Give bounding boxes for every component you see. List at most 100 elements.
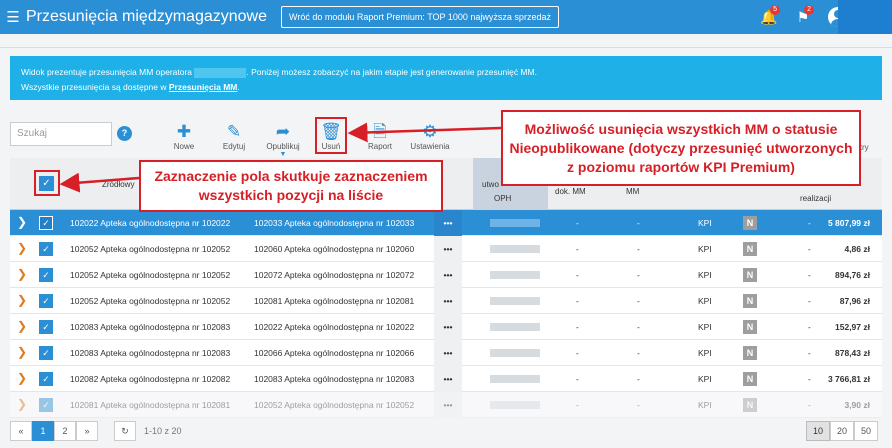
row-checkbox[interactable]: ✓ bbox=[39, 268, 53, 282]
expand-chevron-icon[interactable]: ❯ bbox=[17, 215, 27, 229]
edit-button[interactable]: ✎ Edytuj bbox=[214, 122, 254, 151]
table-row[interactable]: ❯ ✓ 102022 Apteka ogólnodostępna nr 102022… bbox=[10, 210, 882, 236]
page-size-50[interactable]: 50 bbox=[854, 421, 878, 441]
row-actions-button[interactable]: ••• bbox=[434, 288, 462, 314]
redacted-cell bbox=[490, 323, 540, 331]
share-icon: ➦ bbox=[275, 122, 291, 141]
value-cell: 152,97 zł bbox=[835, 322, 870, 332]
status-badge: N bbox=[743, 320, 757, 334]
page-size-selector: 10 20 50 bbox=[806, 421, 878, 441]
col-utwo[interactable]: utwo bbox=[482, 180, 499, 189]
menu-icon[interactable]: ☰ bbox=[2, 8, 24, 26]
table-row[interactable]: ❯ ✓ 102052 Apteka ogólnodostępna nr 102052… bbox=[10, 236, 882, 262]
expand-chevron-icon[interactable]: ❯ bbox=[17, 293, 27, 307]
value-cell: 3 766,81 zł bbox=[827, 374, 870, 384]
new-button[interactable]: ✚ Nowe bbox=[164, 122, 204, 151]
delete-highlight bbox=[315, 117, 347, 154]
row-checkbox[interactable]: ✓ bbox=[39, 216, 53, 230]
expand-chevron-icon[interactable]: ❯ bbox=[17, 397, 27, 411]
mm-cell: - bbox=[637, 244, 640, 254]
row-checkbox[interactable]: ✓ bbox=[39, 372, 53, 386]
dok-mm-cell: - bbox=[576, 270, 579, 280]
mm-link[interactable]: Przesunięcia MM bbox=[169, 82, 238, 92]
prev-page-button[interactable]: « bbox=[10, 421, 32, 441]
mm-cell: - bbox=[637, 270, 640, 280]
realizacja-cell: - bbox=[808, 296, 811, 306]
report-button[interactable]: 🗎 Raport bbox=[360, 122, 400, 151]
edit-icon: ✎ bbox=[226, 122, 242, 141]
source-cell: 102052 Apteka ogólnodostępna nr 102052 bbox=[70, 270, 231, 280]
mm-cell: - bbox=[637, 218, 640, 228]
redacted-cell bbox=[490, 219, 540, 227]
source-cell: 102081 Apteka ogólnodostępna nr 102081 bbox=[70, 400, 231, 410]
row-actions-button[interactable]: ••• bbox=[434, 236, 462, 262]
page-2-button[interactable]: 2 bbox=[54, 421, 76, 441]
dok-mm-cell: - bbox=[576, 218, 579, 228]
col-oph[interactable]: OPH bbox=[494, 194, 511, 203]
row-actions-button[interactable]: ••• bbox=[434, 210, 462, 236]
row-checkbox[interactable]: ✓ bbox=[39, 242, 53, 256]
row-checkbox[interactable]: ✓ bbox=[39, 346, 53, 360]
target-cell: 102066 Apteka ogólnodostępna nr 102066 bbox=[254, 348, 415, 358]
target-cell: 102022 Apteka ogólnodostępna nr 102022 bbox=[254, 322, 415, 332]
dok-mm-cell: - bbox=[576, 244, 579, 254]
target-cell: 102060 Apteka ogólnodostępna nr 102060 bbox=[254, 244, 415, 254]
page-size-20[interactable]: 20 bbox=[830, 421, 854, 441]
chevron-down-icon: ▼ bbox=[279, 151, 287, 158]
redacted-cell bbox=[490, 297, 540, 305]
realizacja-cell: - bbox=[808, 244, 811, 254]
publish-button[interactable]: ➦ Opublikuj ▼ bbox=[263, 122, 303, 158]
col-source[interactable]: Źródłowy bbox=[102, 180, 134, 189]
row-actions-button[interactable]: ••• bbox=[434, 392, 462, 418]
expand-chevron-icon[interactable]: ❯ bbox=[17, 371, 27, 385]
type-cell: KPI bbox=[698, 270, 712, 280]
table-body: ❯ ✓ 102022 Apteka ogólnodostępna nr 102022… bbox=[10, 210, 882, 418]
expand-chevron-icon[interactable]: ❯ bbox=[17, 345, 27, 359]
table-row[interactable]: ❯ ✓ 102052 Apteka ogólnodostępna nr 102052… bbox=[10, 288, 882, 314]
row-actions-button[interactable]: ••• bbox=[434, 340, 462, 366]
row-actions-button[interactable]: ••• bbox=[434, 366, 462, 392]
notification-badge: 5 bbox=[770, 4, 780, 15]
gear-icon: ⚙ bbox=[422, 122, 438, 141]
source-cell: 102022 Apteka ogólnodostępna nr 102022 bbox=[70, 218, 231, 228]
help-icon[interactable]: ? bbox=[117, 126, 132, 141]
table-row[interactable]: ❯ ✓ 102083 Apteka ogólnodostępna nr 102083… bbox=[10, 340, 882, 366]
realizacja-cell: - bbox=[808, 322, 811, 332]
refresh-button[interactable]: ↻ bbox=[114, 421, 136, 441]
realizacja-cell: - bbox=[808, 400, 811, 410]
row-checkbox[interactable]: ✓ bbox=[39, 320, 53, 334]
type-cell: KPI bbox=[698, 296, 712, 306]
select-all-highlight bbox=[34, 170, 60, 196]
expand-chevron-icon[interactable]: ❯ bbox=[17, 267, 27, 281]
page-1-button[interactable]: 1 bbox=[32, 421, 54, 441]
row-actions-button[interactable]: ••• bbox=[434, 314, 462, 340]
table-row[interactable]: ❯ ✓ 102052 Apteka ogólnodostępna nr 102052… bbox=[10, 262, 882, 288]
target-cell: 102072 Apteka ogólnodostępna nr 102072 bbox=[254, 270, 415, 280]
type-cell: KPI bbox=[698, 244, 712, 254]
expand-chevron-icon[interactable]: ❯ bbox=[17, 241, 27, 255]
redacted-operator bbox=[194, 67, 247, 78]
value-cell: 4,86 zł bbox=[844, 244, 870, 254]
row-checkbox[interactable]: ✓ bbox=[39, 398, 53, 412]
col-realizacji[interactable]: realizacji bbox=[800, 194, 831, 203]
expand-chevron-icon[interactable]: ❯ bbox=[17, 319, 27, 333]
search-input[interactable]: Szukaj bbox=[10, 122, 112, 146]
back-to-report-button[interactable]: Wróć do modułu Raport Premium: TOP 1000 … bbox=[281, 6, 559, 28]
table-row[interactable]: ❯ ✓ 102081 Apteka ogólnodostępna nr 102081… bbox=[10, 392, 882, 418]
table-row[interactable]: ❯ ✓ 102082 Apteka ogólnodostępna nr 102082… bbox=[10, 366, 882, 392]
settings-button[interactable]: ⚙ Ustawienia bbox=[410, 122, 450, 151]
row-checkbox[interactable]: ✓ bbox=[39, 294, 53, 308]
row-actions-button[interactable]: ••• bbox=[434, 262, 462, 288]
target-cell: 102083 Apteka ogólnodostępna nr 102083 bbox=[254, 374, 415, 384]
type-cell: KPI bbox=[698, 218, 712, 228]
flag-icon[interactable]: ⚑ 2 bbox=[786, 4, 820, 26]
bell-icon[interactable]: 🔔 5 bbox=[752, 4, 786, 26]
source-cell: 102052 Apteka ogólnodostępna nr 102052 bbox=[70, 244, 231, 254]
table-row[interactable]: ❯ ✓ 102083 Apteka ogólnodostępna nr 102083… bbox=[10, 314, 882, 340]
col-mm[interactable]: MM bbox=[626, 187, 639, 196]
redacted-cell bbox=[490, 375, 540, 383]
page-size-10[interactable]: 10 bbox=[806, 421, 830, 441]
next-page-button[interactable]: » bbox=[76, 421, 98, 441]
col-dok-mm[interactable]: dok. MM bbox=[555, 187, 586, 196]
range-label: 1-10 z 20 bbox=[144, 426, 182, 436]
